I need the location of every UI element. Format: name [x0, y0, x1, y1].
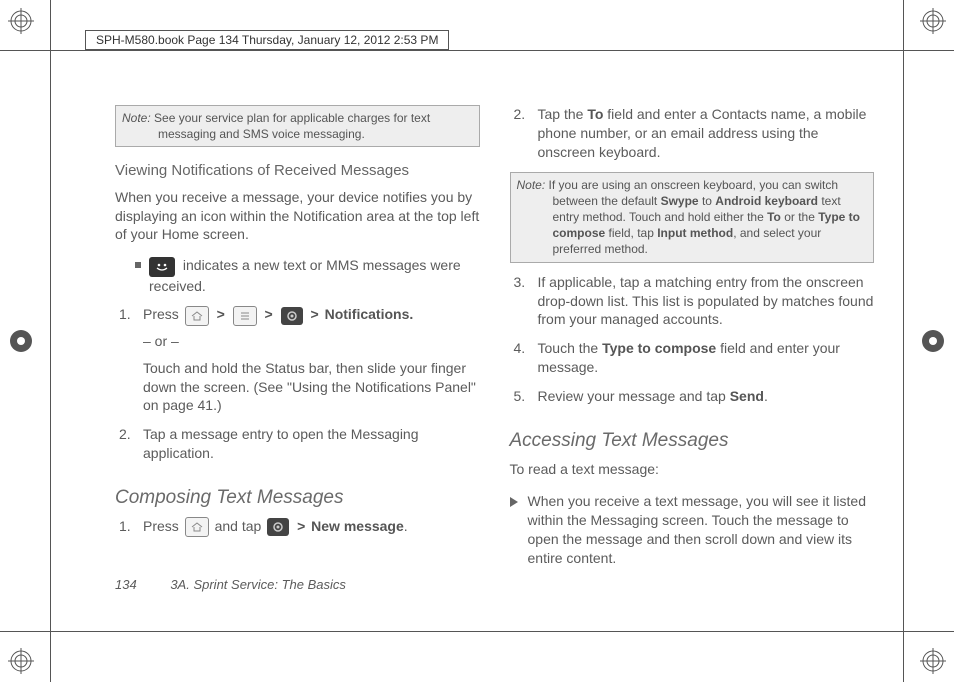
- r4b: Type to compose: [602, 340, 716, 356]
- right-column: Tap the To field and enter a Contacts na…: [510, 105, 875, 602]
- smile-message-icon: [149, 257, 175, 277]
- bullet-text: indicates a new text or MMS messages wer…: [149, 257, 461, 293]
- page-header-text: SPH-M580.book Page 134 Thursday, January…: [96, 33, 438, 47]
- steps-view-notif: Press > > > Notifications. – or – Touch …: [115, 305, 480, 473]
- period: .: [404, 518, 408, 534]
- registration-mark-solid-icon: [920, 328, 946, 354]
- messaging-ring-icon: [267, 518, 289, 536]
- page-number: 134: [115, 577, 137, 592]
- compose-step-2: Tap the To field and enter a Contacts na…: [510, 105, 875, 162]
- compose1-b: and tap: [215, 518, 266, 534]
- r5c: .: [764, 388, 768, 404]
- left-column: Note: See your service plan for applicab…: [115, 105, 480, 602]
- registration-mark-icon: [920, 648, 946, 674]
- registration-mark-icon: [920, 8, 946, 34]
- step-2: Tap a message entry to open the Messagin…: [115, 425, 480, 463]
- or-text: – or –: [143, 332, 480, 351]
- steps-compose-cont: Tap the To field and enter a Contacts na…: [510, 105, 875, 172]
- arrow-bullet-row: When you receive a text message, you wil…: [510, 492, 875, 568]
- r2b: To: [587, 106, 603, 122]
- subhead-viewing-notifications: Viewing Notifications of Received Messag…: [115, 161, 480, 181]
- n2b1: Swype: [661, 194, 699, 208]
- r5b: Send: [730, 388, 764, 404]
- heading-composing: Composing Text Messages: [115, 485, 480, 511]
- step-1: Press > > > Notifications. – or – Touch …: [115, 305, 480, 415]
- home-key-icon: [185, 306, 209, 326]
- compose1-a: Press: [143, 518, 183, 534]
- label-notifications: Notifications.: [325, 306, 414, 322]
- paragraph-notify: When you receive a message, your device …: [115, 188, 480, 245]
- n2b5: Input method: [657, 226, 733, 240]
- chevron-icon: >: [265, 306, 273, 322]
- chevron-icon: >: [297, 518, 305, 534]
- n2m1: to: [699, 194, 716, 208]
- compose-step-4: Touch the Type to compose field and ente…: [510, 339, 875, 377]
- n2b2: Android keyboard: [715, 194, 818, 208]
- crop-line-right: [903, 0, 904, 682]
- arrow-text: When you receive a text message, you wil…: [528, 492, 875, 568]
- steps-compose: Press and tap > New message.: [115, 517, 480, 547]
- note-box-keyboard: Note: If you are using an onscreen keybo…: [510, 172, 875, 263]
- settings-ring-icon: [281, 307, 303, 325]
- square-bullet-icon: [135, 262, 141, 268]
- crop-line-left: [50, 0, 51, 682]
- bullet-mms-indicator: indicates a new text or MMS messages wer…: [135, 256, 480, 295]
- compose-step-3: If applicable, tap a matching entry from…: [510, 273, 875, 330]
- compose-step-1: Press and tap > New message.: [115, 517, 480, 537]
- n2m4: field, tap: [605, 226, 657, 240]
- step1-alt: Touch and hold the Status bar, then slid…: [143, 359, 480, 416]
- n2m3: or the: [781, 210, 818, 224]
- steps-compose-cont2: If applicable, tap a matching entry from…: [510, 273, 875, 416]
- r4a: Touch the: [538, 340, 603, 356]
- triangle-bullet-icon: [510, 497, 518, 507]
- home-key-icon: [185, 517, 209, 537]
- chapter-title: 3A. Sprint Service: The Basics: [170, 577, 346, 592]
- crop-line-top: [0, 50, 954, 51]
- step1-text-a: Press: [143, 306, 183, 322]
- heading-accessing: Accessing Text Messages: [510, 428, 875, 454]
- note-text: See your service plan for applicable cha…: [154, 111, 430, 141]
- r3: If applicable, tap a matching entry from…: [538, 274, 874, 328]
- page-content: Note: See your service plan for applicab…: [115, 105, 874, 602]
- registration-mark-icon: [8, 648, 34, 674]
- n2b3: To: [767, 210, 781, 224]
- chevron-icon: >: [217, 306, 225, 322]
- menu-key-icon: [233, 306, 257, 326]
- page-footer: 134 3A. Sprint Service: The Basics: [115, 577, 346, 592]
- registration-mark-solid-icon: [8, 328, 34, 354]
- chevron-icon: >: [311, 306, 319, 322]
- step2-text: Tap a message entry to open the Messagin…: [143, 426, 419, 461]
- label-new-message: New message: [311, 518, 404, 534]
- registration-mark-icon: [8, 8, 34, 34]
- page-header-framemaker: SPH-M580.book Page 134 Thursday, January…: [85, 30, 449, 50]
- compose-step-5: Review your message and tap Send.: [510, 387, 875, 406]
- note2-label: Note:: [517, 178, 546, 192]
- crop-line-bottom: [0, 631, 954, 632]
- r2a: Tap the: [538, 106, 588, 122]
- read-label: To read a text message:: [510, 460, 875, 479]
- r5a: Review your message and tap: [538, 388, 730, 404]
- note-label: Note:: [122, 111, 151, 125]
- note-box-charges: Note: See your service plan for applicab…: [115, 105, 480, 147]
